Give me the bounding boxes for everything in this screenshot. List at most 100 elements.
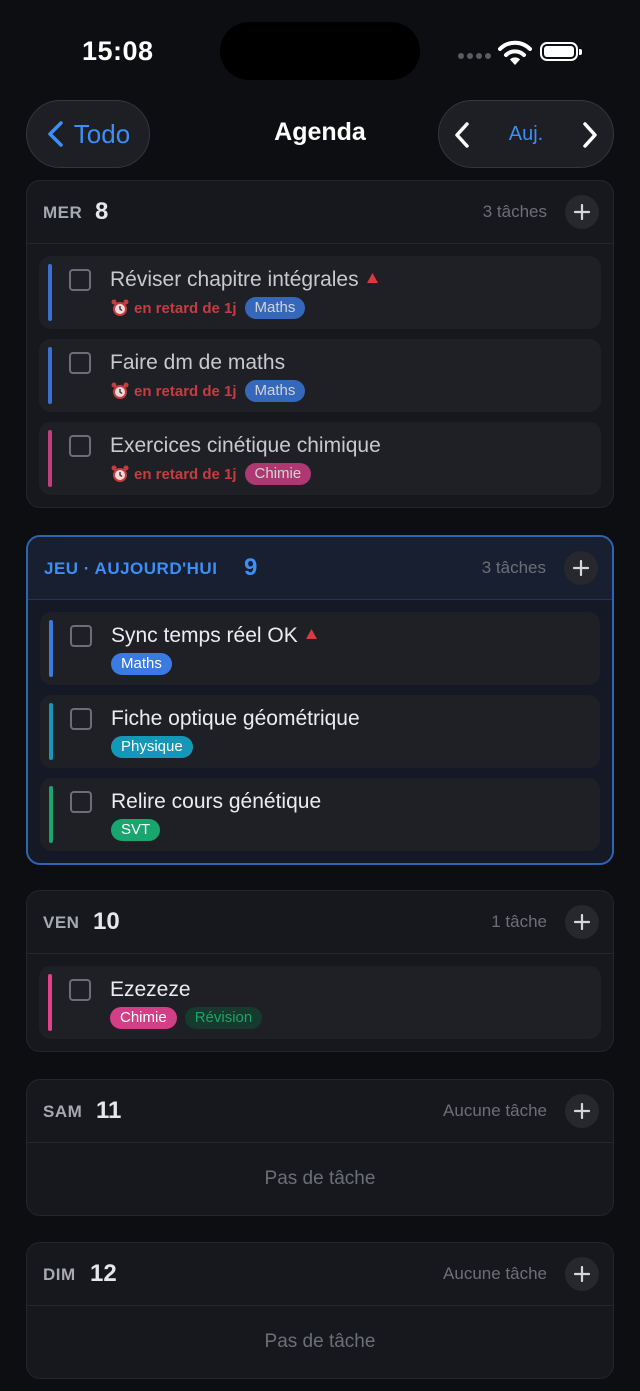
task-title-text: Ezezeze (110, 978, 191, 1001)
subject-color-bar (49, 703, 53, 760)
today-button[interactable]: Auj. (489, 123, 563, 146)
subject-color-bar (48, 347, 52, 404)
task-item[interactable]: Fiche optique géométrique Physique (40, 695, 600, 768)
status-time: 15:08 (82, 36, 154, 66)
task-checkbox[interactable] (70, 625, 92, 647)
add-task-button[interactable] (565, 905, 599, 939)
plus-icon (573, 560, 589, 576)
overdue-indicator: en retard de 1j (110, 464, 237, 484)
task-item[interactable]: Exercices cinétique chimique en retard de… (39, 422, 601, 495)
task-meta: en retard de 1j Maths (110, 297, 306, 319)
subject-color-bar (49, 786, 53, 843)
day-card: JEU · AUJOURD'HUI 9 3 tâches Sync temps rée… (26, 535, 614, 865)
task-list: Ezezeze Chimie Révision (27, 954, 613, 1039)
overdue-text: en retard de 1j (134, 382, 237, 400)
previous-week-button[interactable] (447, 119, 477, 151)
task-title-text: Exercices cinétique chimique (110, 434, 381, 457)
task-checkbox[interactable] (69, 435, 91, 457)
back-button[interactable]: Todo (26, 100, 150, 168)
task-title-text: Fiche optique géométrique (111, 707, 360, 730)
task-count: 3 tâches (481, 558, 546, 577)
battery-icon (540, 42, 582, 61)
day-name: JEU · AUJOURD'HUI (44, 559, 218, 578)
subject-tag: Chimie (244, 463, 312, 485)
overdue-indicator: en retard de 1j (110, 381, 237, 401)
alarm-clock-icon (111, 465, 129, 482)
task-title: Exercices cinétique chimique (110, 434, 381, 458)
task-meta: en retard de 1j Maths (110, 380, 306, 402)
task-checkbox[interactable] (69, 269, 91, 291)
task-checkbox[interactable] (69, 979, 91, 1001)
day-header: SAM 11 Aucune tâche (27, 1080, 613, 1143)
subject-tag: Maths (244, 297, 306, 319)
plus-icon (574, 1103, 590, 1119)
add-task-button[interactable] (565, 195, 599, 229)
day-name: DIM (43, 1265, 76, 1284)
task-count: 3 tâches (482, 202, 547, 221)
cellular-signal-icon (458, 50, 492, 60)
task-title: Relire cours génétique (111, 790, 321, 814)
task-checkbox[interactable] (70, 791, 92, 813)
plus-icon (574, 1266, 590, 1282)
plus-icon (574, 914, 590, 930)
empty-day-label: Pas de tâche (264, 1331, 376, 1352)
day-number: 8 (95, 198, 109, 225)
task-item[interactable]: Faire dm de maths en retard de 1j Maths (39, 339, 601, 412)
task-title: Réviser chapitre intégrales (110, 268, 378, 292)
wifi-icon (498, 40, 532, 65)
subject-color-bar (49, 620, 53, 677)
status-bar: 15:08 (0, 0, 640, 100)
day-header: JEU · AUJOURD'HUI 9 3 tâches (28, 537, 612, 600)
task-list: Sync temps réel OK Maths Fiche optique géo… (28, 600, 612, 851)
day-header: MER 8 3 tâches (27, 181, 613, 244)
priority-warning-icon (305, 629, 317, 639)
task-count: Aucune tâche (443, 1264, 547, 1283)
day-number: 10 (93, 908, 120, 935)
day-header: DIM 12 Aucune tâche (27, 1243, 613, 1306)
task-title: Faire dm de maths (110, 351, 285, 375)
add-task-button[interactable] (565, 1257, 599, 1291)
page-title: Agenda (274, 118, 366, 146)
task-item[interactable]: Sync temps réel OK Maths (40, 612, 600, 685)
task-checkbox[interactable] (70, 708, 92, 730)
task-title: Fiche optique géométrique (111, 707, 360, 731)
task-meta: Maths (111, 653, 172, 675)
day-number: 11 (96, 1097, 122, 1124)
task-title: Sync temps réel OK (111, 624, 317, 648)
day-card: MER 8 3 tâches Réviser chapitre intégrales e… (26, 180, 614, 508)
overdue-text: en retard de 1j (134, 465, 237, 483)
chevron-right-icon (583, 122, 597, 148)
subject-tag: Révision (184, 1007, 263, 1029)
date-navigator: Auj. (438, 100, 614, 168)
day-number: 12 (90, 1260, 117, 1287)
chevron-left-icon (48, 121, 63, 147)
day-card: SAM 11 Aucune tâche Pas de tâche (26, 1079, 614, 1216)
task-item[interactable]: Réviser chapitre intégrales en retard de … (39, 256, 601, 329)
task-title-text: Réviser chapitre intégrales (110, 268, 359, 291)
task-title-text: Relire cours génétique (111, 790, 322, 813)
task-checkbox[interactable] (69, 352, 91, 374)
task-item[interactable]: Ezezeze Chimie Révision (39, 966, 601, 1039)
alarm-clock-icon (111, 382, 129, 399)
task-item[interactable]: Relire cours génétique SVT (40, 778, 600, 851)
dynamic-island (220, 22, 420, 80)
subject-tag: SVT (111, 819, 161, 841)
day-header: VEN 10 1 tâche (27, 891, 613, 954)
task-title-text: Sync temps réel OK (111, 624, 298, 647)
task-count: Aucune tâche (443, 1101, 547, 1120)
overdue-text: en retard de 1j (134, 299, 237, 317)
task-meta: SVT (111, 819, 161, 841)
subject-color-bar (48, 264, 52, 321)
empty-day-label: Pas de tâche (264, 1168, 376, 1189)
next-week-button[interactable] (575, 119, 605, 151)
day-number: 9 (244, 554, 258, 581)
subject-tag: Chimie (110, 1007, 177, 1029)
day-name: MER (43, 203, 83, 222)
task-meta: en retard de 1j Chimie (110, 463, 312, 485)
add-task-button[interactable] (564, 551, 598, 585)
day-name: SAM (43, 1102, 83, 1121)
add-task-button[interactable] (565, 1094, 599, 1128)
subject-color-bar (48, 430, 52, 487)
task-title-text: Faire dm de maths (110, 351, 286, 374)
overdue-indicator: en retard de 1j (110, 298, 237, 318)
